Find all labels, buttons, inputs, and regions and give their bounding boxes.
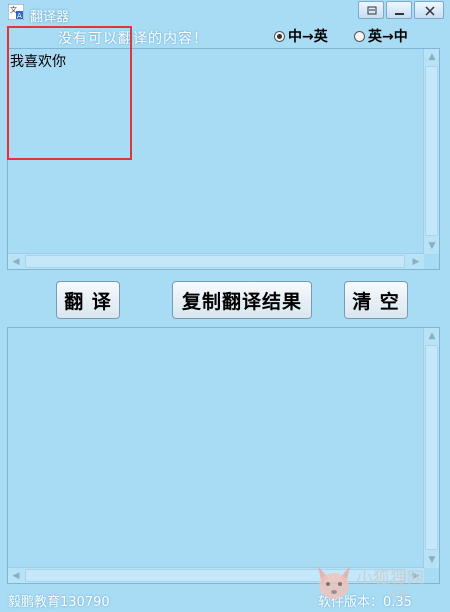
- radio-unchecked-icon: [354, 30, 365, 42]
- scroll-right-icon[interactable]: ▶: [408, 254, 424, 270]
- scroll-left-icon[interactable]: ◀: [8, 568, 24, 584]
- radio-checked-icon: [274, 30, 285, 42]
- window-title: 翻译器: [30, 10, 70, 25]
- radio-label-zh-to-en: 中→英: [288, 29, 328, 45]
- radio-en-to-zh[interactable]: 英→中: [354, 27, 408, 45]
- scroll-up-icon[interactable]: ▲: [424, 328, 440, 344]
- footer-credit: 毅鹏教育130790: [8, 595, 110, 610]
- close-button[interactable]: [414, 1, 444, 19]
- svg-text:A: A: [17, 12, 22, 20]
- copy-result-button[interactable]: 复制翻译结果: [172, 281, 312, 319]
- watermark-sub: CN: [390, 588, 408, 602]
- highlight-box: [7, 26, 132, 160]
- translate-button[interactable]: 翻 译: [56, 281, 120, 319]
- input-horizontal-scrollbar[interactable]: ◀ ▶: [8, 253, 424, 269]
- output-textarea[interactable]: ▲ ▼ ◀ ▶: [7, 327, 440, 584]
- restore-button[interactable]: [358, 1, 384, 19]
- scroll-thumb[interactable]: [425, 345, 438, 550]
- output-vertical-scrollbar[interactable]: ▲ ▼: [423, 328, 439, 568]
- scroll-thumb[interactable]: [25, 255, 405, 268]
- radio-label-en-to-zh: 英→中: [368, 29, 408, 45]
- title-bar: 文 A 翻译器: [0, 0, 450, 25]
- scroll-up-icon[interactable]: ▲: [424, 49, 440, 65]
- translator-window: 文 A 翻译器 没有可以翻译的内容！ 中→英 英→中 我喜欢你 ▲ ▼ ◀ ▶ …: [0, 0, 450, 612]
- scroll-thumb[interactable]: [425, 66, 438, 236]
- scroll-left-icon[interactable]: ◀: [8, 254, 24, 270]
- scroll-down-icon[interactable]: ▼: [424, 238, 440, 254]
- svg-text:文: 文: [10, 5, 17, 14]
- watermark-text: 小狐狸网: [356, 569, 424, 589]
- clear-button[interactable]: 清 空: [344, 281, 408, 319]
- app-icon: 文 A: [7, 3, 25, 21]
- radio-zh-to-en[interactable]: 中→英: [274, 27, 328, 45]
- minimize-button[interactable]: [386, 1, 412, 19]
- watermark: 小狐狸网 CN: [312, 560, 450, 612]
- input-vertical-scrollbar[interactable]: ▲ ▼: [423, 49, 439, 254]
- fox-logo-icon: [318, 566, 350, 599]
